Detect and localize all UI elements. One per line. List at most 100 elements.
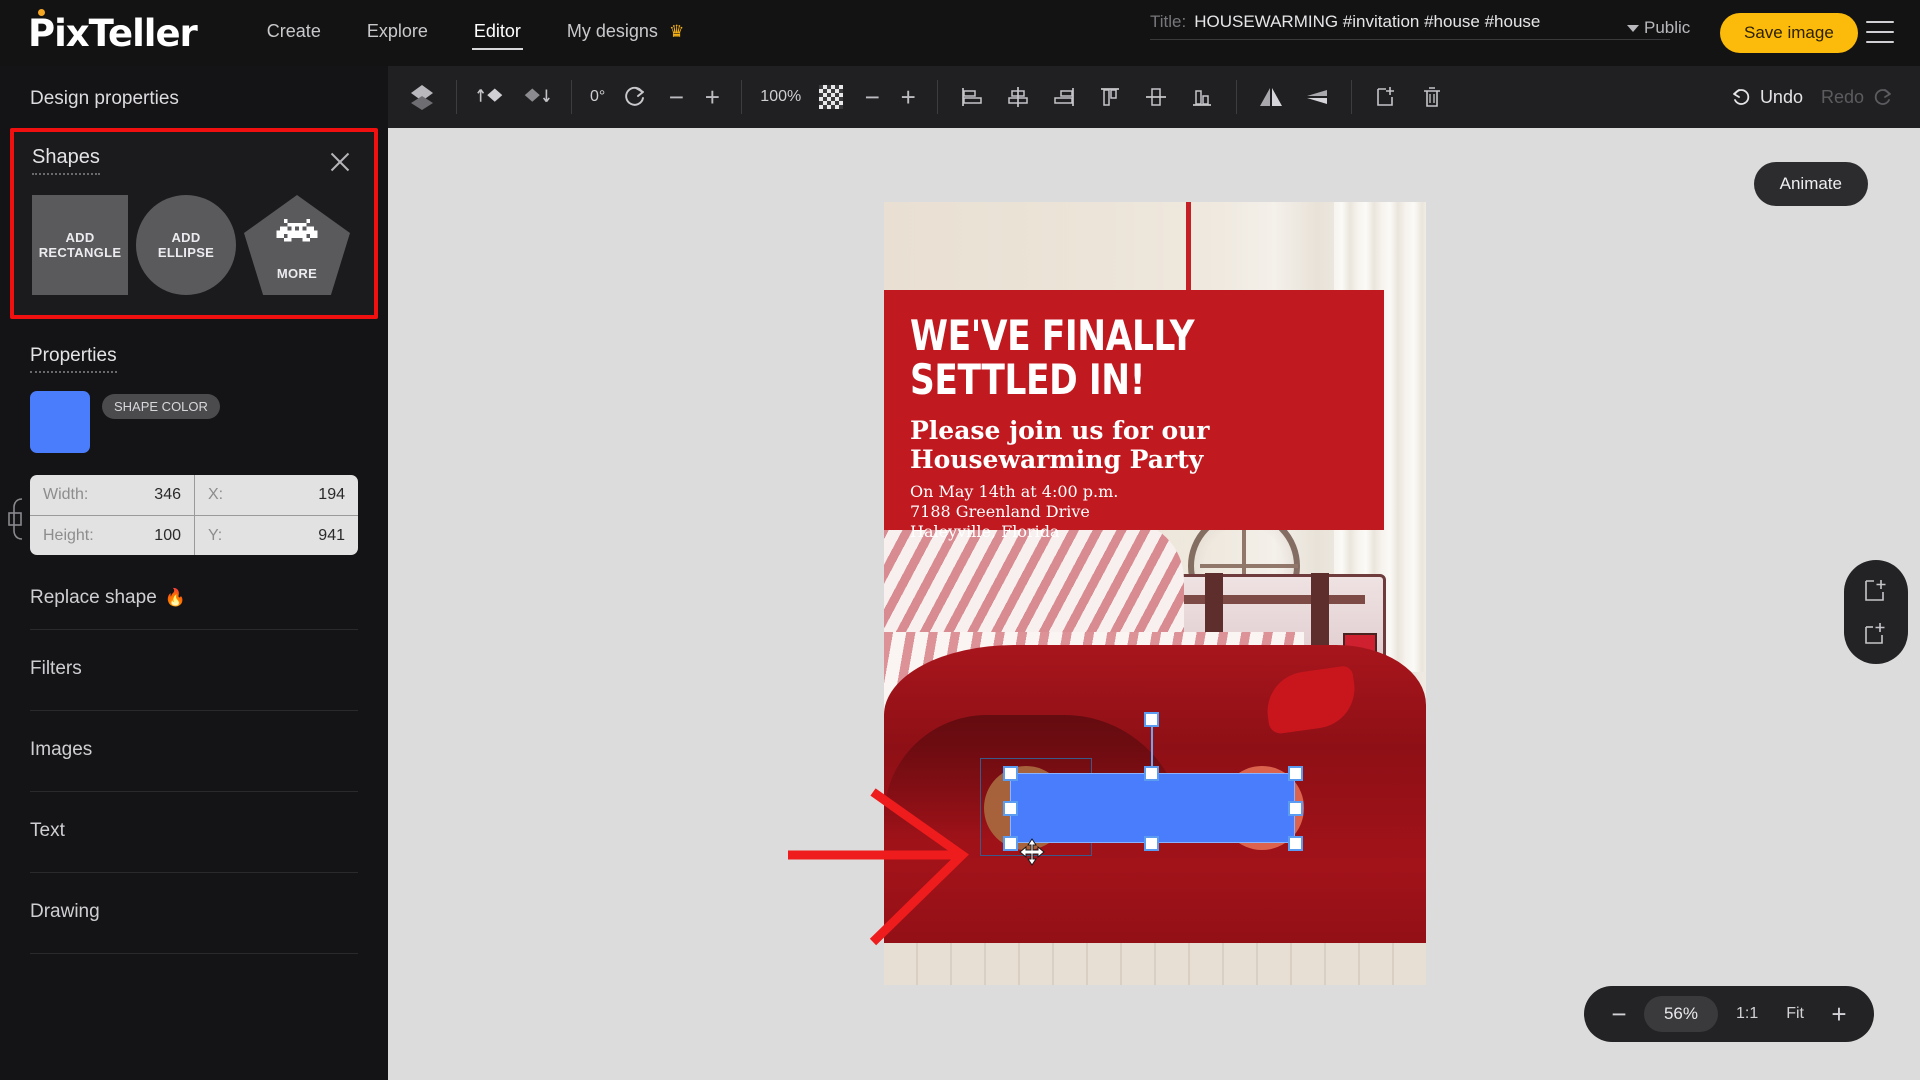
- y-value: 941: [318, 526, 345, 544]
- title-label: Title:: [1150, 12, 1187, 31]
- zoom-fit-button[interactable]: Fit: [1776, 1005, 1814, 1023]
- flip-vertical-icon[interactable]: [1301, 81, 1333, 113]
- nav-item-explore[interactable]: Explore: [365, 17, 430, 50]
- hamburger-icon[interactable]: [1866, 21, 1894, 43]
- poster-red-banner: WE'VE FINALLY SETTLED IN! Please join us…: [884, 290, 1384, 541]
- poster-detail-line3: Haleyville, Florida: [910, 522, 1060, 541]
- canvas-area[interactable]: Animate WE'VE FINALLY SETTLED IN! Please…: [388, 128, 1920, 1080]
- flip-horizontal-icon[interactable]: [1255, 81, 1287, 113]
- align-bottom-icon[interactable]: [1186, 81, 1218, 113]
- logo-dot: [38, 9, 45, 16]
- visibility-label: Public: [1644, 18, 1691, 37]
- align-left-icon[interactable]: [956, 81, 988, 113]
- x-value: 194: [318, 486, 345, 503]
- nav-label-editor: Editor: [473, 20, 521, 41]
- order-group: [457, 80, 571, 114]
- add-rectangle-button[interactable]: ADD RECTANGLE: [32, 195, 128, 295]
- align-right-icon[interactable]: [1048, 81, 1080, 113]
- shapes-panel-title: Shapes: [32, 146, 100, 175]
- checker-opacity-icon[interactable]: [815, 81, 847, 113]
- sidebar-item-filters[interactable]: Filters: [30, 630, 358, 711]
- x-field[interactable]: X: 194: [194, 475, 358, 515]
- red-arrow-annotation: [788, 788, 970, 946]
- edit-group: [1352, 80, 1466, 114]
- nav-label-my-designs: My designs: [566, 20, 658, 41]
- sidebar-item-text[interactable]: Text: [30, 792, 358, 873]
- sidebar-item-replace-shape[interactable]: Replace shape 🔥: [30, 583, 358, 630]
- design-title-field[interactable]: Title: HOUSEWARMING #invitation #house #…: [1150, 12, 1670, 40]
- nav-item-create[interactable]: Create: [265, 17, 323, 50]
- redo-button[interactable]: Redo: [1821, 86, 1894, 108]
- resize-handle-top-center[interactable]: [1144, 766, 1159, 781]
- nav-label-explore: Explore: [366, 20, 428, 41]
- drawing-label: Drawing: [30, 901, 100, 922]
- y-label: Y:: [208, 526, 223, 544]
- sidebar-item-images[interactable]: Images: [30, 711, 358, 792]
- zoom-out-button[interactable]: −: [1602, 1001, 1636, 1027]
- add-ellipse-label-1: ADD: [171, 230, 201, 245]
- images-label: Images: [30, 739, 93, 760]
- rotate-icon[interactable]: [619, 81, 651, 113]
- opacity-plus-button[interactable]: +: [897, 84, 919, 110]
- selection-frame: [1010, 773, 1295, 843]
- properties-title: Properties: [30, 345, 117, 373]
- chevron-down-icon: [1627, 24, 1639, 32]
- bring-forward-icon[interactable]: [475, 81, 507, 113]
- y-field[interactable]: Y: 941: [194, 515, 358, 555]
- poster-detail-line1: On May 14th at 4:00 p.m.: [910, 482, 1119, 501]
- redo-icon: [1874, 89, 1891, 105]
- opacity-value[interactable]: 100%: [760, 88, 801, 106]
- resize-handle-middle-right[interactable]: [1288, 801, 1303, 816]
- undo-icon: [1733, 89, 1750, 105]
- resize-handle-top-right[interactable]: [1288, 766, 1303, 781]
- trash-icon[interactable]: [1416, 81, 1448, 113]
- save-image-button[interactable]: Save image: [1720, 13, 1858, 53]
- zoom-in-button[interactable]: +: [1822, 1001, 1856, 1027]
- zoom-level-value[interactable]: 56%: [1643, 996, 1718, 1032]
- close-icon[interactable]: [328, 150, 352, 174]
- layers-icon[interactable]: [406, 81, 438, 113]
- height-field[interactable]: Height: 100: [30, 515, 194, 555]
- rotation-minus-button[interactable]: −: [665, 84, 687, 110]
- logo[interactable]: PixTeller: [28, 9, 198, 55]
- align-top-icon[interactable]: [1094, 81, 1126, 113]
- duplicate-frame-icon[interactable]: [1861, 618, 1891, 648]
- send-backward-icon[interactable]: [521, 81, 553, 113]
- nav-item-editor[interactable]: Editor: [471, 17, 523, 50]
- shapes-panel: Shapes ADD RECTANGLE ADD ELLIPSE MORE: [10, 128, 378, 319]
- nav-item-my-designs[interactable]: My designs ♛: [565, 17, 686, 50]
- resize-handle-bottom-right[interactable]: [1288, 836, 1303, 851]
- poster-headline-line2: SETTLED IN!: [910, 355, 1145, 404]
- design-properties-heading: Design properties: [30, 88, 179, 109]
- space-invader-icon: [276, 219, 318, 242]
- add-frame-icon[interactable]: [1861, 576, 1891, 606]
- rotation-handle[interactable]: [1144, 712, 1159, 727]
- more-shapes-button[interactable]: MORE: [244, 195, 350, 295]
- link-ratio-icon[interactable]: [8, 497, 28, 541]
- flip-group: [1237, 80, 1351, 114]
- duplicate-icon[interactable]: [1370, 81, 1402, 113]
- add-ellipse-button[interactable]: ADD ELLIPSE: [136, 195, 236, 295]
- animate-button[interactable]: Animate: [1753, 162, 1868, 206]
- replace-shape-label: Replace shape: [30, 587, 157, 608]
- title-value: HOUSEWARMING #invitation #house #house: [1194, 12, 1541, 31]
- align-center-h-icon[interactable]: [1002, 81, 1034, 113]
- undo-button[interactable]: Undo: [1730, 86, 1803, 108]
- sidebar-item-drawing[interactable]: Drawing: [30, 873, 358, 954]
- visibility-select[interactable]: Public: [1627, 18, 1690, 38]
- editor-toolbar: 0° − + 100% − + Undo Redo: [388, 66, 1920, 128]
- opacity-minus-button[interactable]: −: [861, 84, 883, 110]
- resize-handle-bottom-center[interactable]: [1144, 836, 1159, 851]
- properties-section: Properties SHAPE COLOR Width: 346 X: 194…: [0, 319, 388, 555]
- rotation-value[interactable]: 0°: [590, 88, 605, 106]
- align-middle-v-icon[interactable]: [1140, 81, 1172, 113]
- height-value: 100: [154, 526, 181, 544]
- shape-color-swatch[interactable]: [30, 391, 90, 453]
- zoom-one-to-one-button[interactable]: 1:1: [1726, 1005, 1768, 1023]
- shape-buttons-row: ADD RECTANGLE ADD ELLIPSE MORE: [32, 195, 356, 295]
- poster-headline-line1: WE'VE FINALLY: [910, 311, 1195, 360]
- rotation-plus-button[interactable]: +: [701, 84, 723, 110]
- x-label: X:: [208, 486, 224, 503]
- width-field[interactable]: Width: 346: [30, 475, 194, 515]
- shape-color-tooltip: SHAPE COLOR: [102, 394, 220, 419]
